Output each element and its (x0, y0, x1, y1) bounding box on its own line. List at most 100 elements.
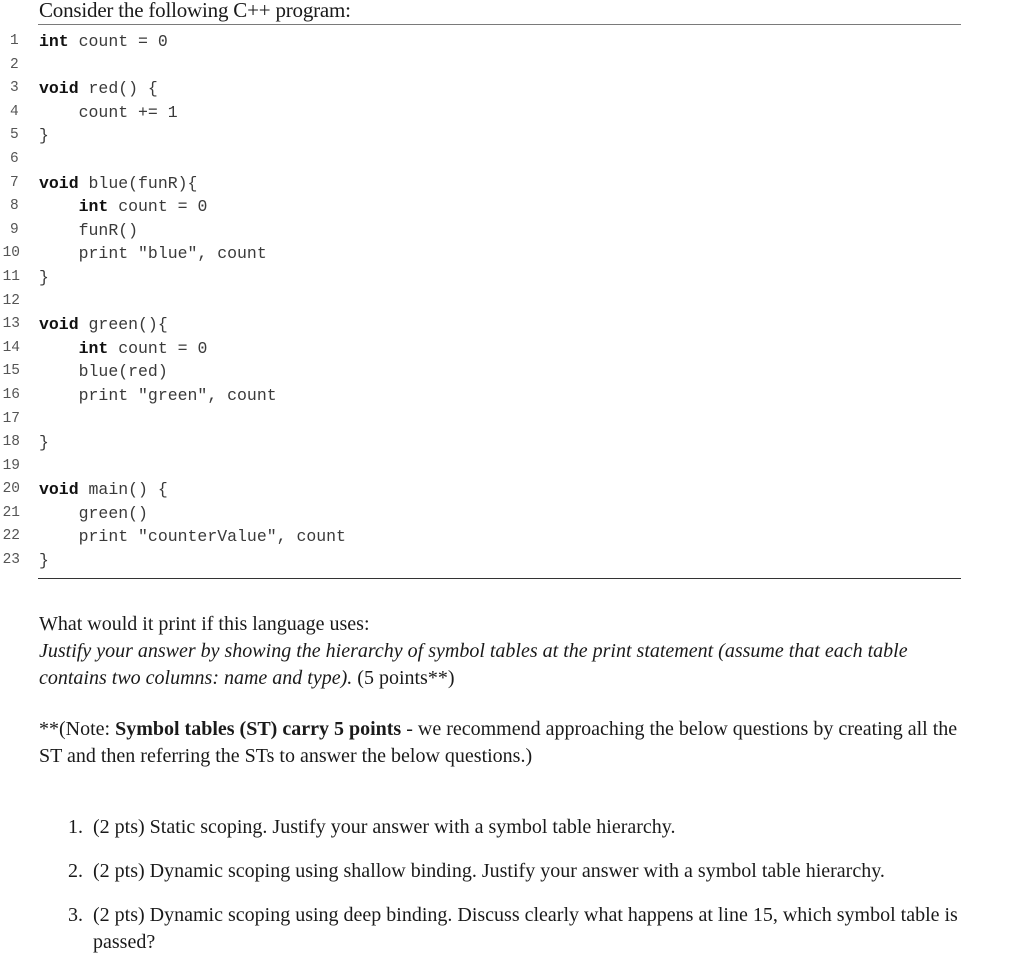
instruction-text: Justify your answer by showing the hiera… (39, 640, 908, 689)
line-source: int count = 0 (39, 195, 208, 219)
code-line: 8 int count = 0 (0, 195, 1000, 219)
code-text: } (39, 551, 49, 571)
line-source: funR() (39, 219, 138, 243)
code-line: 21 green() (0, 502, 1000, 526)
code-text: print "blue", count (78, 244, 267, 264)
keyword: int (78, 338, 109, 358)
line-number: 16 (2, 386, 20, 403)
line-number: 11 (2, 268, 20, 285)
line-number: 23 (2, 552, 20, 569)
question-prompt: What would it print if this language use… (39, 613, 370, 635)
code-line: 3 void red() { (0, 77, 1000, 101)
intro-heading: Consider the following C++ program: (39, 0, 351, 22)
line-number: 18 (2, 434, 20, 451)
line-source: void blue(funR){ (39, 172, 197, 196)
line-number: 13 (2, 316, 20, 333)
line-number: 3 (10, 80, 19, 97)
line-source: void main() { (39, 478, 168, 502)
item-number: 2. (68, 860, 83, 882)
question-list: 1. (2 pts) Static scoping. Justify your a… (68, 814, 968, 973)
question-instruction: Justify your answer by showing the hiera… (39, 638, 969, 692)
code-bottom-rule (38, 578, 961, 579)
code-top-rule (38, 24, 961, 25)
keyword: void (39, 79, 79, 99)
code-text: print "green", count (78, 385, 277, 405)
item-number: 1. (68, 816, 83, 838)
code-line: 17 (0, 408, 1000, 432)
line-number: 20 (2, 481, 20, 498)
code-text: red() { (78, 79, 158, 99)
code-line: 16 print "green", count (0, 384, 1000, 408)
item-text: (2 pts) Static scoping. Justify your ans… (93, 816, 676, 838)
line-number: 14 (2, 339, 20, 356)
line-source: print "counterValue", count (39, 525, 346, 549)
code-text: main() { (78, 480, 168, 500)
code-line: 18} (0, 431, 1000, 455)
note-paragraph: **(Note: Symbol tables (ST) carry 5 poin… (39, 716, 969, 770)
keyword: int (78, 197, 109, 217)
code-line: 20 void main() { (0, 478, 1000, 502)
code-line: 14 int count = 0 (0, 337, 1000, 361)
line-number: 4 (10, 103, 19, 120)
keyword: void (39, 315, 79, 335)
code-text: } (39, 433, 49, 453)
line-source: print "green", count (39, 384, 277, 408)
code-line: 9 funR() (0, 219, 1000, 243)
keyword: int (39, 32, 69, 51)
code-text: green(){ (78, 315, 168, 335)
code-line: 15 blue(red) (0, 360, 1000, 384)
line-number: 19 (2, 457, 20, 474)
line-source: } (39, 549, 49, 573)
points-label: (5 points**) (352, 667, 455, 689)
line-number: 5 (10, 127, 19, 144)
keyword: void (39, 480, 79, 500)
line-number: 6 (10, 150, 19, 167)
line-source: green() (39, 502, 148, 526)
line-source: void red() { (39, 77, 158, 101)
note-prefix: **(Note: (39, 718, 116, 740)
code-text: print "counterValue", count (78, 527, 346, 547)
code-text: blue(funR){ (78, 173, 198, 193)
line-source: } (39, 266, 49, 290)
code-line: 6 (0, 148, 1000, 172)
line-source: int count = 0 (39, 30, 168, 54)
code-line: 11} (0, 266, 1000, 290)
code-text: blue(red) (78, 362, 168, 382)
line-number: 15 (2, 363, 20, 380)
item-text: (2 pts) Dynamic scoping using deep bindi… (93, 904, 958, 953)
code-line: 23} (0, 549, 1000, 573)
code-line: 22 print "counterValue", count (0, 525, 1000, 549)
list-item: 1. (2 pts) Static scoping. Justify your a… (68, 814, 968, 841)
line-number: 22 (2, 528, 20, 545)
line-number: 21 (2, 504, 20, 521)
code-line: 4 count += 1 (0, 101, 1000, 125)
code-line: 5} (0, 124, 1000, 148)
keyword: void (39, 173, 79, 193)
line-number: 2 (10, 56, 19, 73)
line-number: 7 (10, 174, 19, 191)
code-line: 10 print "blue", count (0, 242, 1000, 266)
code-text: funR() (78, 220, 139, 240)
line-source: } (39, 124, 49, 148)
code-listing: 1 int count = 0 2 3 void red() {4 count += 1… (0, 30, 1000, 573)
note-bold: Symbol tables (ST) carry 5 points (115, 718, 402, 740)
list-item: 3. (2 pts) Dynamic scoping using deep bin… (68, 902, 968, 956)
item-text: (2 pts) Dynamic scoping using shallow bi… (93, 860, 885, 882)
line-number: 9 (10, 221, 19, 238)
line-source: blue(red) (39, 360, 168, 384)
code-text: green() (78, 503, 148, 523)
code-text: count += 1 (78, 102, 178, 122)
line-source: count += 1 (39, 101, 178, 125)
code-line: 2 (0, 54, 1000, 78)
line-source: print "blue", count (39, 242, 267, 266)
code-text: } (39, 267, 49, 287)
code-line: 13 void green(){ (0, 313, 1000, 337)
code-text: count = 0 (108, 338, 208, 358)
